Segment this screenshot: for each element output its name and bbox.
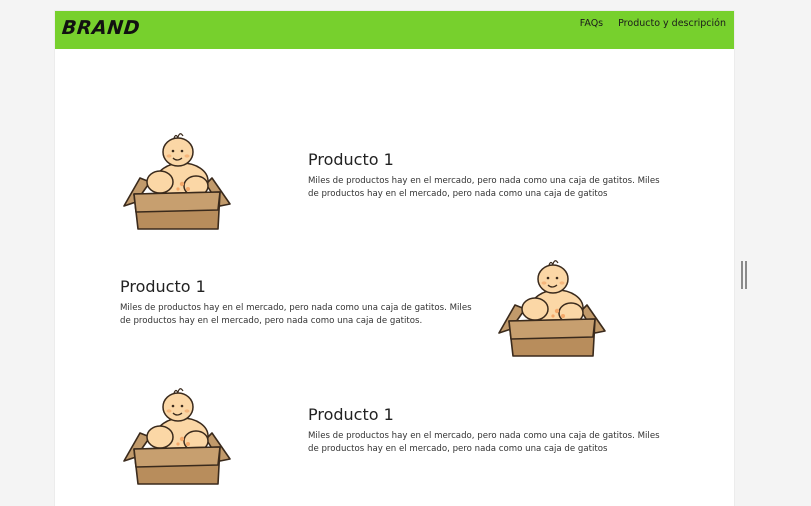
baby-in-box-image <box>497 253 609 357</box>
product-description: Miles de productos hay en el mercado, pe… <box>120 303 472 326</box>
navbar: BRAND FAQs Producto y descripción <box>55 11 734 49</box>
product-title: Producto 1 <box>308 405 394 424</box>
product-title: Producto 1 <box>308 150 394 169</box>
product-card: Producto 1 Miles de productos hay en el … <box>308 150 668 201</box>
baby-in-box-image <box>122 381 234 485</box>
brand-logo[interactable]: BRAND <box>61 17 141 39</box>
product-title: Producto 1 <box>120 277 206 296</box>
nav-link-faqs[interactable]: FAQs <box>580 18 603 29</box>
page-container: BRAND FAQs Producto y descripción Produc… <box>55 11 734 506</box>
resize-handle[interactable] <box>741 261 747 289</box>
product-card: Producto 1 Miles de productos hay en el … <box>308 405 668 456</box>
product-description: Miles de productos hay en el mercado, pe… <box>308 176 660 199</box>
product-description: Miles de productos hay en el mercado, pe… <box>308 431 660 454</box>
nav-links: FAQs Producto y descripción <box>580 18 726 29</box>
baby-in-box-image <box>122 126 234 230</box>
nav-link-producto-descripcion[interactable]: Producto y descripción <box>618 18 726 29</box>
product-card: Producto 1 Miles de productos hay en el … <box>120 277 480 328</box>
